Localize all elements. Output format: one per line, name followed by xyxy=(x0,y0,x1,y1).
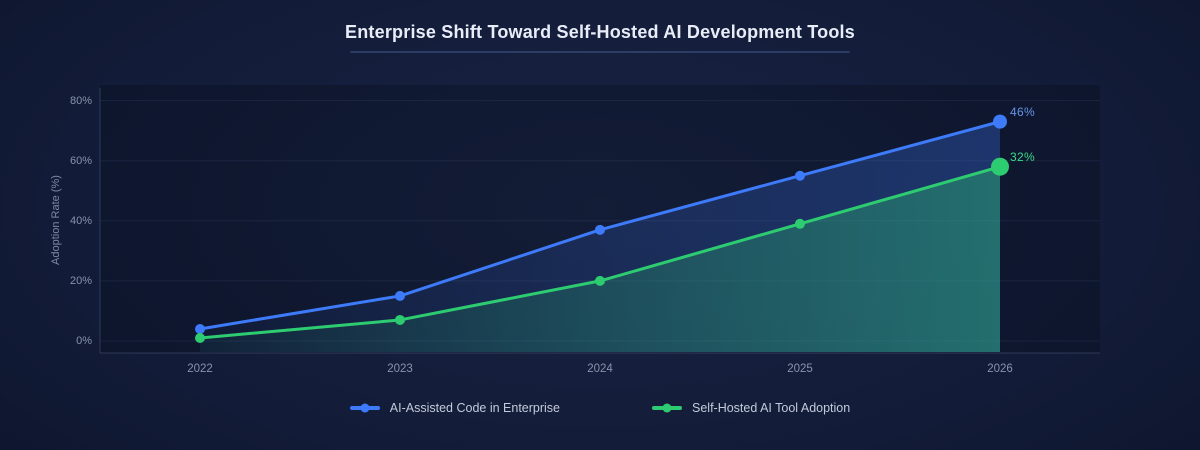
y-tick-label: 20% xyxy=(69,274,92,287)
chart-canvas xyxy=(99,85,1100,354)
x-tick-label: 2023 xyxy=(387,363,413,375)
chart-legend: AI-Assisted Code in Enterprise Self-Host… xyxy=(0,401,1200,415)
y-tick-label: 40% xyxy=(69,214,92,227)
end-value-label-green: 32% xyxy=(1010,149,1035,164)
end-value-label-blue: 46% xyxy=(1010,104,1035,119)
y-tick-label: 80% xyxy=(69,94,92,107)
y-tick-label: 60% xyxy=(69,154,92,167)
legend-marker-line-dot-icon xyxy=(652,403,682,413)
x-tick-label: 2025 xyxy=(787,363,813,375)
y-tick-label: 0% xyxy=(76,335,92,347)
legend-marker-line-dot-icon xyxy=(349,403,380,413)
x-tick-label: 2026 xyxy=(987,363,1013,375)
legend-item-ai-assisted[interactable]: AI-Assisted Code in Enterprise xyxy=(349,401,560,415)
dashboard-panel: Enterprise Shift Toward Self-Hosted AI D… xyxy=(0,0,1200,450)
legend-label: Self-Hosted AI Tool Adoption xyxy=(692,401,851,415)
legend-item-self-hosted[interactable]: Self-Hosted AI Tool Adoption xyxy=(652,401,850,415)
x-tick-label: 2022 xyxy=(187,363,213,375)
x-tick-label: 2024 xyxy=(587,363,613,375)
legend-label: AI-Assisted Code in Enterprise xyxy=(389,401,560,415)
